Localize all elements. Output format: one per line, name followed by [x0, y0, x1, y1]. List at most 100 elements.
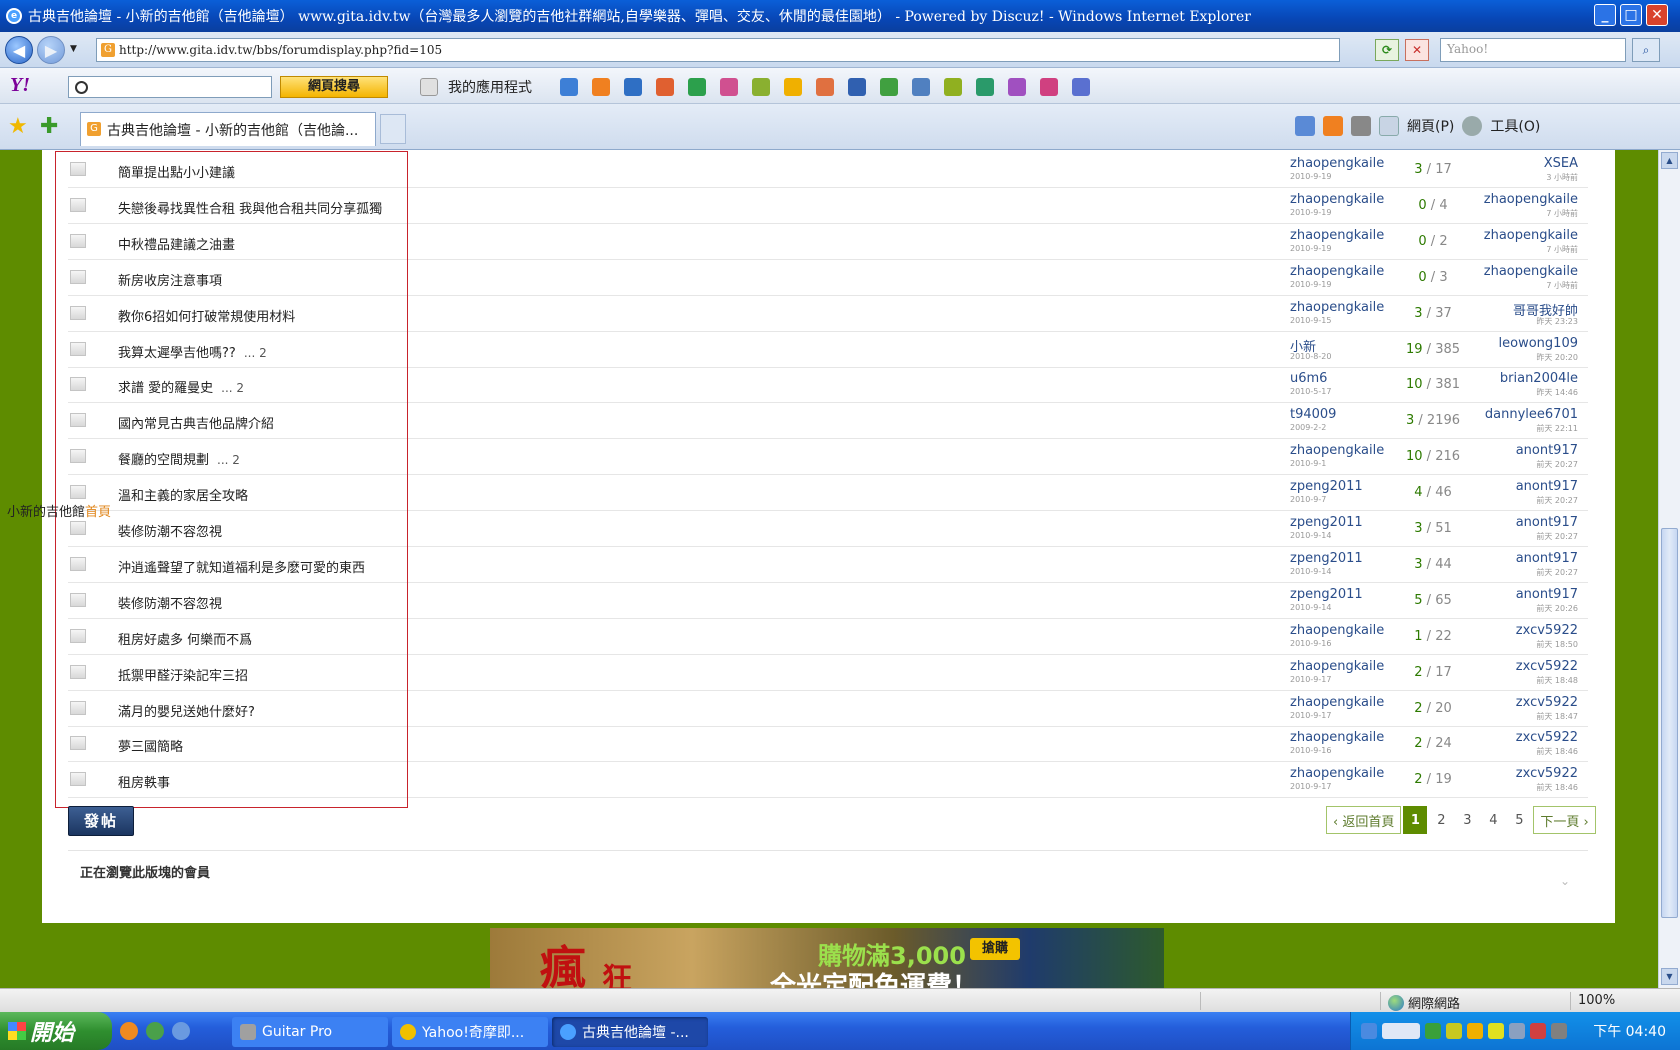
back-button[interactable]: ◀ [5, 36, 33, 64]
scrollbar-thumb[interactable] [1661, 528, 1678, 918]
scroll-down-icon[interactable]: ▼ [1661, 968, 1678, 985]
thread-author-link[interactable]: zhaopengkaile [1290, 730, 1384, 745]
thread-last-poster-link[interactable]: zhaopengkaile [1484, 228, 1578, 243]
banner-buy-button[interactable]: 搶購 [970, 938, 1020, 960]
clock[interactable]: 下午 04:40 [1593, 1021, 1666, 1041]
bookmark-icon[interactable] [752, 78, 770, 96]
forward-button[interactable]: ▶ [37, 36, 65, 64]
thread-last-poster-link[interactable]: dannylee6701 [1485, 407, 1578, 422]
security-zone[interactable]: 網際網路 [1388, 993, 1460, 1012]
page-link[interactable]: 3 [1455, 806, 1479, 834]
thread-author-link[interactable]: zpeng2011 [1290, 587, 1363, 602]
thread-title-link[interactable]: 國內常見古典吉他品牌介紹 [118, 413, 282, 432]
thread-last-poster-link[interactable]: anont917 [1516, 515, 1578, 530]
yahoo-search-input[interactable]: Yahoo! [1440, 38, 1626, 62]
thread-page-link[interactable]: ... 2 [217, 453, 240, 467]
site-name-link[interactable]: 小新的吉他館 [7, 505, 85, 520]
rss-icon[interactable] [592, 78, 610, 96]
window-title-bar[interactable]: e 古典吉他論壇 - 小新的吉他館（吉他論壇） www.gita.idv.tw（… [0, 0, 1680, 32]
print-icon[interactable] [1351, 116, 1371, 136]
thread-title-link[interactable]: 裝修防潮不容忽視 [118, 521, 230, 540]
thread-title-link[interactable]: 沖逍遙聲望了就知道福利是多麽可愛的東西 [118, 557, 373, 576]
thread-last-poster-link[interactable]: XSEA [1544, 156, 1578, 171]
ad-banner[interactable]: 瘋 狂 購物滿3,000 全光定配免運費！ 搶購 [490, 928, 1164, 988]
media-player-icon[interactable] [172, 1022, 190, 1040]
thread-author-link[interactable]: u6m6 [1290, 371, 1327, 386]
thread-last-poster-link[interactable]: zxcv5922 [1516, 659, 1578, 674]
thread-author-link[interactable]: zhaopengkaile [1290, 156, 1384, 171]
thread-author-link[interactable]: zpeng2011 [1290, 479, 1363, 494]
zoom-level[interactable]: 100% [1578, 993, 1615, 1008]
maximize-button[interactable]: □ [1620, 4, 1642, 26]
task-yahoo-messenger[interactable]: Yahoo!奇摩即... [392, 1017, 548, 1047]
toolbar-app-icon[interactable] [560, 78, 578, 96]
thread-title-link[interactable]: 新房收房注意事項 [118, 270, 230, 289]
network-icon[interactable] [1361, 1023, 1377, 1039]
back-to-home-link[interactable]: ‹ 返回首頁 [1326, 806, 1402, 834]
vertical-scrollbar[interactable]: ▲ ▼ [1658, 150, 1680, 988]
task-guitar-pro[interactable]: Guitar Pro [232, 1017, 388, 1047]
thread-author-link[interactable]: zhaopengkaile [1290, 695, 1384, 710]
refresh-button[interactable]: ⟳ [1375, 39, 1399, 61]
thread-title-link[interactable]: 餐廳的空間規劃... 2 [118, 449, 240, 468]
thread-last-poster-link[interactable]: zhaopengkaile [1484, 264, 1578, 279]
tab-active[interactable]: G 古典吉他論壇 - 小新的吉他館（吉他論... [80, 112, 376, 146]
page-menu[interactable]: 網頁(P) [1407, 116, 1454, 136]
yahoo-logo-icon[interactable]: Y! [10, 74, 30, 97]
user-icon[interactable] [656, 78, 674, 96]
home-link[interactable]: 首頁 [85, 505, 111, 520]
tray-app-icon[interactable] [1425, 1023, 1441, 1039]
minimize-button[interactable]: _ [1594, 4, 1616, 26]
stop-button[interactable]: ✕ [1405, 39, 1429, 61]
thread-author-link[interactable]: t94009 [1290, 407, 1336, 422]
thread-title-link[interactable]: 簡單提出點小小建議 [118, 162, 243, 181]
my-apps-button[interactable]: 我的應用程式 [420, 76, 532, 98]
shop-icon[interactable] [720, 78, 738, 96]
star-icon[interactable] [688, 78, 706, 96]
task-ie-forum[interactable]: 古典吉他論壇 -... [552, 1017, 708, 1047]
messenger-tray-icon[interactable] [1467, 1023, 1483, 1039]
page-link[interactable]: 5 [1507, 806, 1531, 834]
thread-author-link[interactable]: zhaopengkaile [1290, 443, 1384, 458]
mail-icon[interactable] [624, 78, 642, 96]
thread-title-link[interactable]: 夢三國簡略 [118, 736, 191, 755]
thread-author-link[interactable]: zhaopengkaile [1290, 300, 1384, 315]
new-post-button[interactable]: 發帖 [68, 806, 134, 836]
thread-last-poster-link[interactable]: anont917 [1516, 479, 1578, 494]
page-link[interactable]: 2 [1429, 806, 1453, 834]
thread-last-poster-link[interactable]: anont917 [1516, 443, 1578, 458]
chart-icon[interactable] [848, 78, 866, 96]
home-icon[interactable] [1295, 116, 1315, 136]
feeds-icon[interactable] [1323, 116, 1343, 136]
thread-title-link[interactable]: 失戀後尋找異性合租 我與他合租共同分享孤獨 [118, 198, 390, 217]
photo-icon[interactable] [912, 78, 930, 96]
desktop-icon[interactable] [146, 1022, 164, 1040]
thread-title-link[interactable]: 求譜 愛的羅曼史... 2 [118, 377, 244, 396]
address-input[interactable]: G http://www.gita.idv.tw/bbs/forumdispla… [96, 38, 1340, 62]
thread-author-link[interactable]: zpeng2011 [1290, 551, 1363, 566]
add-favorite-icon[interactable]: ✚ [40, 114, 58, 139]
thread-last-poster-link[interactable]: zhaopengkaile [1484, 192, 1578, 207]
thread-title-link[interactable]: 租房好處多 何樂而不爲 [118, 629, 260, 648]
thread-title-link[interactable]: 中秋禮品建議之油畫 [118, 234, 243, 253]
news-icon[interactable] [816, 78, 834, 96]
tray-app-icon[interactable] [1530, 1023, 1546, 1039]
thread-title-link[interactable]: 抵禦甲醛汙染記牢三招 [118, 665, 256, 684]
thread-author-link[interactable]: zhaopengkaile [1290, 228, 1384, 243]
warning-icon[interactable] [1488, 1023, 1504, 1039]
thread-last-poster-link[interactable]: anont917 [1516, 587, 1578, 602]
collapse-chevron-icon[interactable]: ⌄ [1560, 874, 1570, 888]
thread-title-link[interactable]: 租房軼事 [118, 772, 178, 791]
yahoo-toolbar-search-input[interactable] [68, 76, 272, 98]
favorites-star-icon[interactable]: ★ [8, 114, 28, 139]
thread-last-poster-link[interactable]: anont917 [1516, 551, 1578, 566]
thread-last-poster-link[interactable]: zxcv5922 [1516, 695, 1578, 710]
page-link[interactable]: 4 [1481, 806, 1505, 834]
thread-author-link[interactable]: zpeng2011 [1290, 515, 1363, 530]
firefox-icon[interactable] [120, 1022, 138, 1040]
thread-page-link[interactable]: ... 2 [244, 346, 267, 360]
tools-menu[interactable]: 工具(O) [1490, 116, 1540, 136]
smiley-icon[interactable] [784, 78, 802, 96]
tray-app-icon[interactable] [1446, 1023, 1462, 1039]
next-page-link[interactable]: 下一頁 › [1533, 806, 1596, 834]
